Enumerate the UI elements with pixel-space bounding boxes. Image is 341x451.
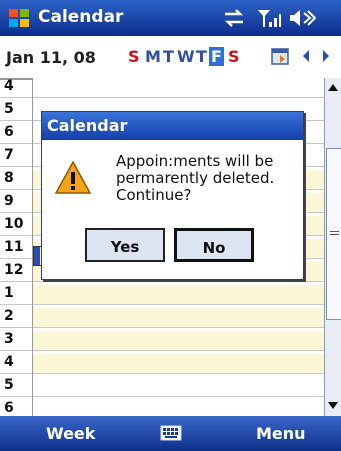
scrollbar-thumb[interactable] (326, 148, 341, 320)
next-arrow-icon[interactable] (320, 45, 332, 67)
dialog-message-line: Continue? (116, 186, 192, 204)
hour-label: 3 (4, 331, 14, 347)
hour-row[interactable]: 1 (0, 285, 324, 305)
connectivity-icon[interactable] (222, 7, 246, 29)
day-sunday[interactable]: S (128, 47, 140, 66)
dialog-message-line: Appoin:ments will be (116, 152, 274, 170)
title-bar: Calendar (0, 0, 341, 36)
dialog-message: Appoin:ments will be permarently deleted… (116, 153, 296, 204)
app-title: Calendar (38, 7, 124, 27)
no-button[interactable]: No (174, 228, 254, 262)
hour-label: 5 (4, 101, 14, 117)
softkey-bar: Week Menu (0, 416, 341, 451)
vertical-scrollbar[interactable] (324, 78, 341, 416)
hour-label: 8 (4, 170, 14, 186)
day-thursday[interactable]: T (196, 47, 207, 66)
day-wednesday[interactable]: W (177, 47, 195, 66)
hour-row[interactable]: 4 (0, 78, 324, 98)
dialog-message-line: permarently deleted. (116, 169, 275, 187)
week-softkey[interactable]: Week (46, 424, 95, 443)
keyboard-icon[interactable] (160, 425, 182, 441)
scroll-up-arrow-icon[interactable] (328, 84, 338, 91)
yes-button[interactable]: Yes (85, 228, 165, 262)
warning-icon (54, 160, 92, 194)
go-to-today-icon[interactable] (270, 45, 292, 67)
hour-label: 9 (4, 193, 14, 209)
hour-label: 10 (4, 216, 24, 232)
hour-row[interactable]: 2 (0, 308, 324, 328)
hour-label: 5 (4, 377, 14, 393)
hour-label: 6 (4, 124, 14, 140)
hour-label: 12 (4, 262, 24, 278)
hour-label: 1 (4, 285, 14, 301)
hour-row[interactable]: 4 (0, 354, 324, 374)
status-icons (222, 7, 334, 29)
confirm-delete-dialog: Calendar Appoin:ments will be permarentl… (41, 111, 304, 280)
scroll-grip-icon (330, 234, 339, 235)
day-monday[interactable]: M (145, 47, 161, 66)
scroll-down-arrow-icon[interactable] (328, 402, 338, 409)
previous-arrow-icon[interactable] (300, 45, 312, 67)
date-bar: Jan 11, 08 S M T W T F S (0, 36, 341, 80)
windows-start-icon[interactable] (8, 7, 30, 29)
hour-label: 7 (4, 147, 14, 163)
current-date[interactable]: Jan 11, 08 (6, 48, 96, 67)
hour-row[interactable]: 3 (0, 331, 324, 351)
hour-row[interactable]: 5 (0, 377, 324, 397)
appointment-status-bar (34, 247, 40, 265)
dialog-title: Calendar (47, 116, 128, 135)
day-saturday[interactable]: S (228, 47, 240, 66)
hour-label: 11 (4, 239, 24, 255)
hour-label: 6 (4, 400, 14, 415)
day-tuesday[interactable]: T (163, 47, 174, 66)
hour-label: 4 (4, 354, 14, 370)
hour-label: 4 (4, 78, 14, 94)
menu-softkey[interactable]: Menu (256, 424, 306, 443)
dialog-title-bar: Calendar (42, 112, 303, 140)
day-friday-selected[interactable]: F (209, 47, 224, 66)
signal-icon[interactable] (256, 7, 282, 29)
hour-row[interactable]: 6 (0, 400, 324, 415)
hour-label: 2 (4, 308, 14, 324)
scroll-grip-icon (330, 231, 339, 232)
volume-icon[interactable] (288, 7, 316, 29)
